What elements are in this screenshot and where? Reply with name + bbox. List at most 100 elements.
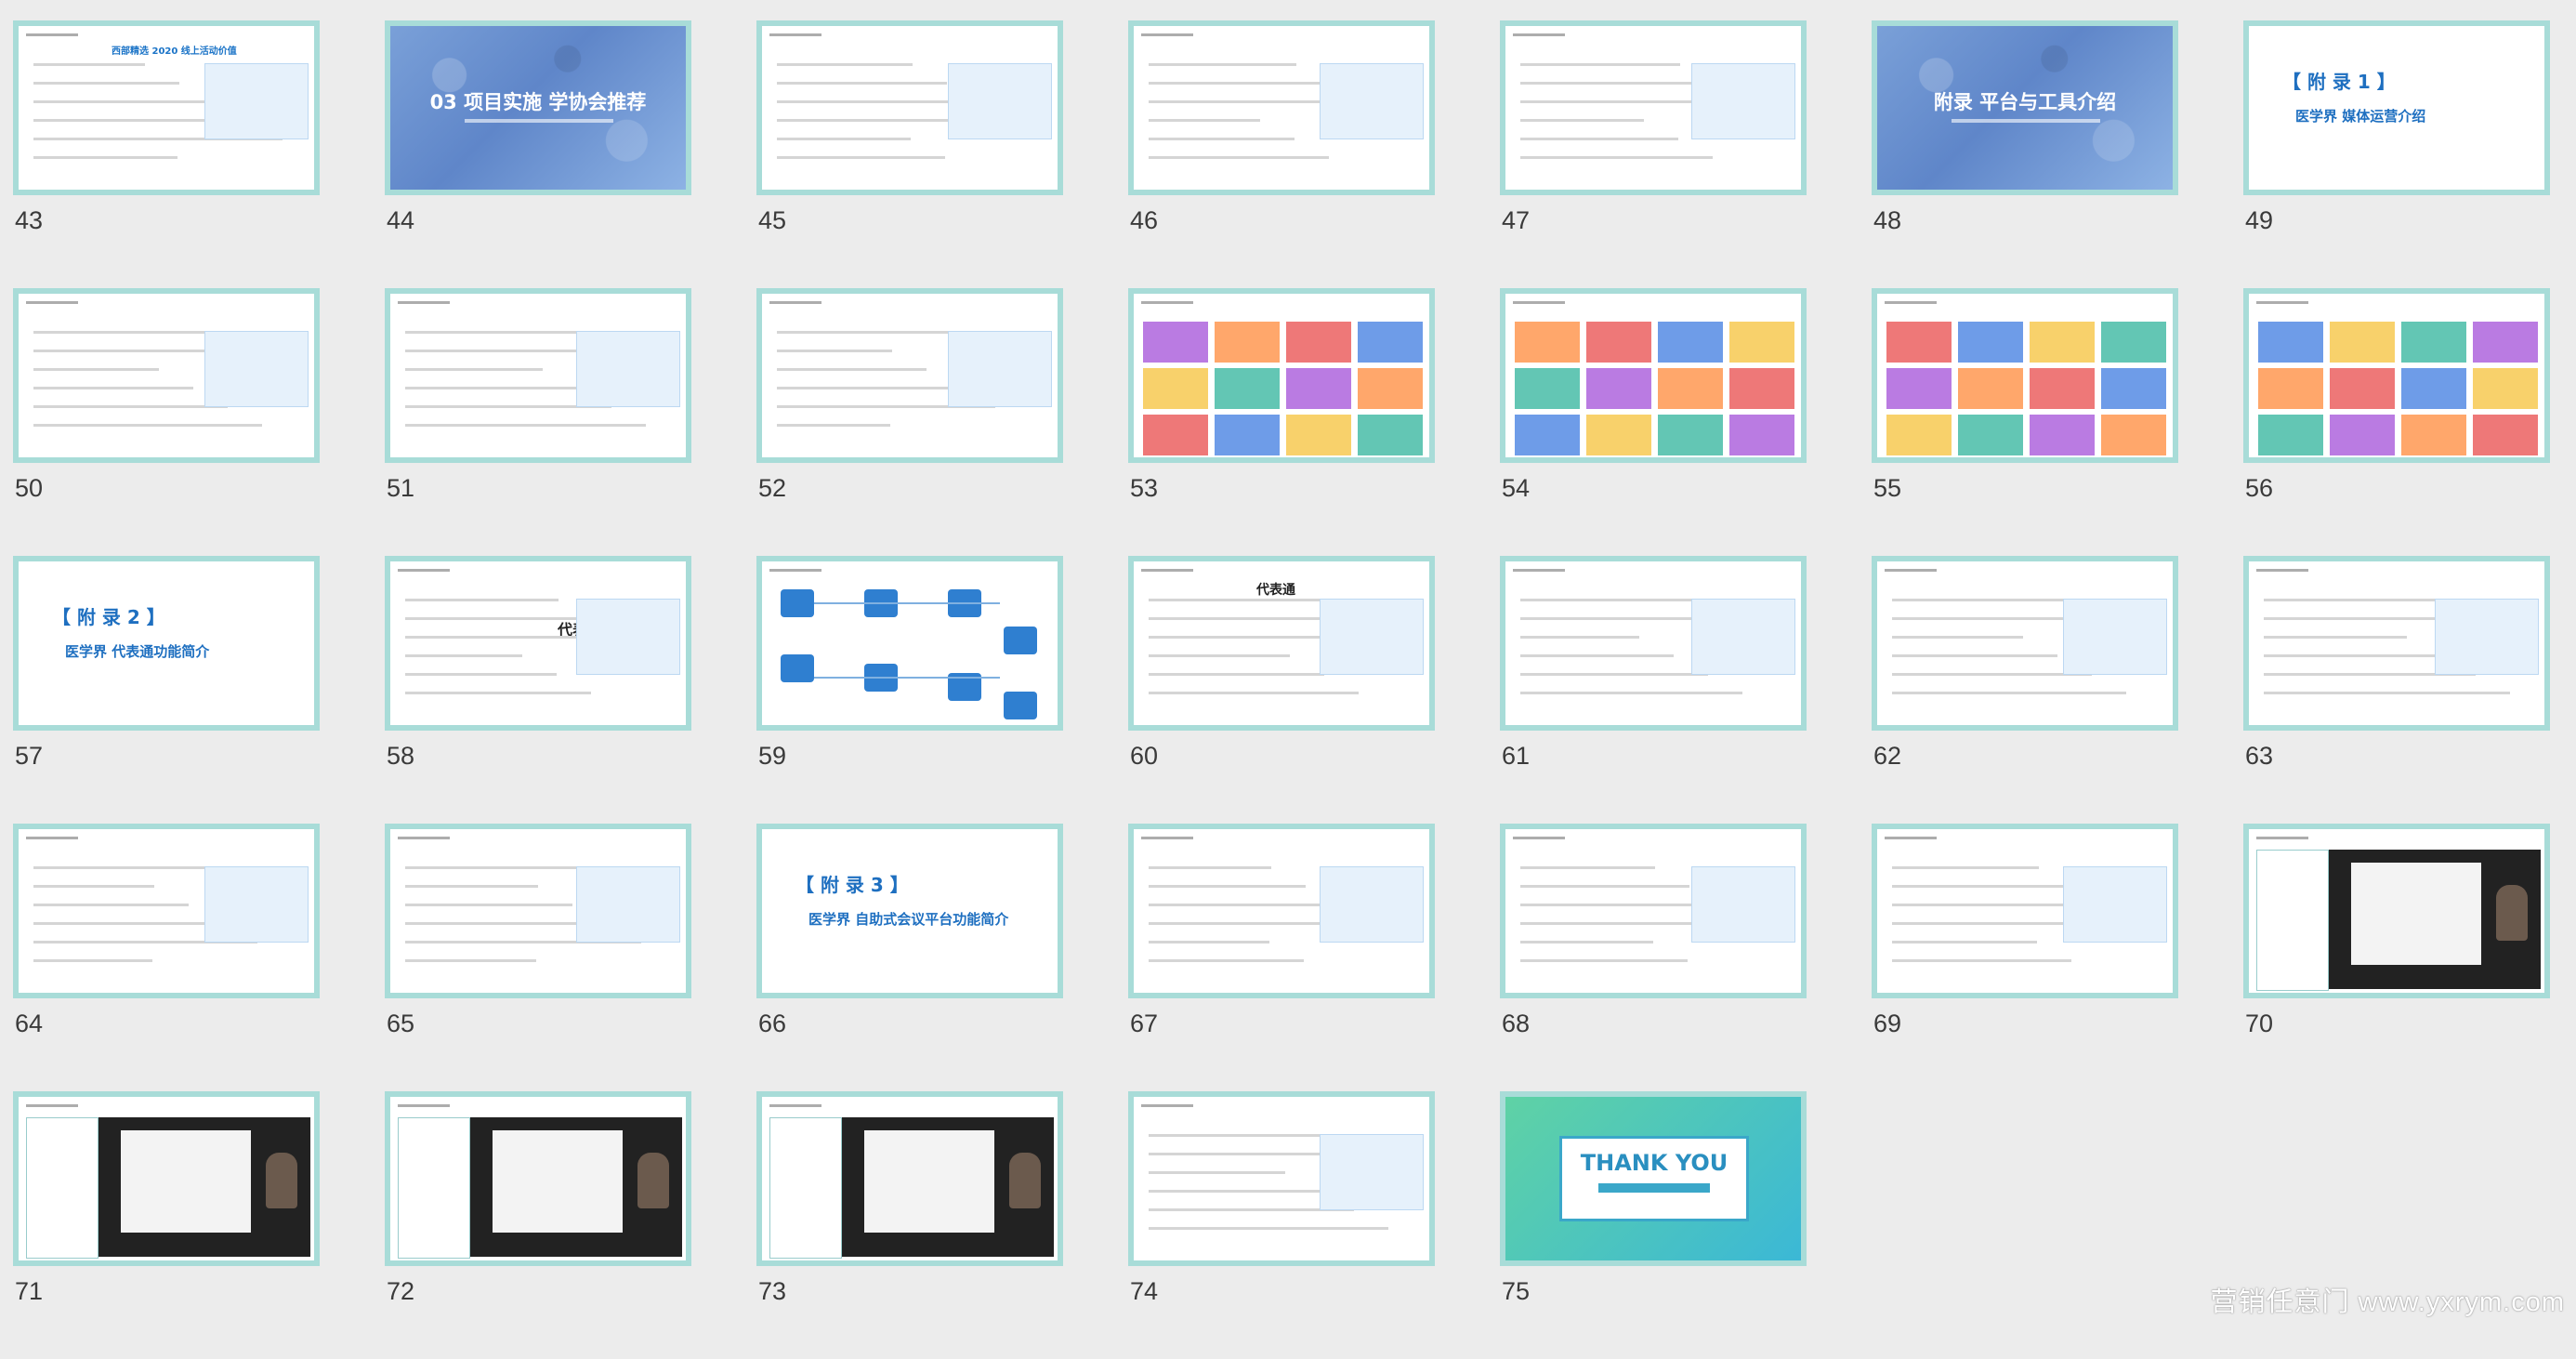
slide-thumbnail-54[interactable]: 54 [1500, 288, 1807, 556]
slide-title: 西部精选 2020 线上活动价值 [112, 46, 237, 57]
appendix-label: 【 附 录 2 】 [52, 606, 165, 628]
slide-thumbnail-47[interactable]: 47 [1500, 20, 1807, 288]
slide-preview[interactable] [1872, 824, 2178, 998]
slide-preview[interactable]: 西部精选 2020 线上活动价值 [13, 20, 320, 195]
slide-thumbnail-56[interactable]: 56 [2243, 288, 2550, 556]
slide-number: 56 [2245, 474, 2274, 502]
slide-thumbnail-53[interactable]: 53 [1128, 288, 1435, 556]
slide-number: 68 [1502, 1009, 1531, 1037]
slide-thumbnail-65[interactable]: 65 [385, 824, 691, 1091]
slide-preview[interactable]: 【 附 录 3 】医学界 自助式会议平台功能简介 [756, 824, 1063, 998]
slide-preview[interactable] [1128, 824, 1435, 998]
slide-thumbnail-64[interactable]: 64 [13, 824, 320, 1091]
slide-thumbnail-74[interactable]: 74 [1128, 1091, 1435, 1359]
slide-number: 55 [1873, 474, 1902, 502]
slide-thumbnail-50[interactable]: 50 [13, 288, 320, 556]
slide-thumbnail-70[interactable]: 70 [2243, 824, 2550, 1091]
slide-preview[interactable] [13, 824, 320, 998]
slide-thumbnail-52[interactable]: 52 [756, 288, 1063, 556]
slide-number: 61 [1502, 742, 1531, 770]
slide-thumbnail-59[interactable]: 59 [756, 556, 1063, 824]
slide-thumbnail-69[interactable]: 69 [1872, 824, 2178, 1091]
slide-preview[interactable]: 03 项目实施 学协会推荐 [385, 20, 691, 195]
slide-thumbnail-43[interactable]: 西部精选 2020 线上活动价值 43 [13, 20, 320, 288]
slide-number: 65 [387, 1009, 415, 1037]
slide-number: 60 [1130, 742, 1159, 770]
slide-number: 67 [1130, 1009, 1159, 1037]
slide-number: 51 [387, 474, 415, 502]
slide-number: 50 [15, 474, 44, 502]
slide-preview[interactable]: 代表通 [1128, 556, 1435, 731]
slide-number: 62 [1873, 742, 1902, 770]
slide-number: 73 [758, 1277, 787, 1305]
slide-title: 03 项目实施 学协会推荐 [429, 91, 647, 113]
slide-thumbnail-44[interactable]: 03 项目实施 学协会推荐 44 [385, 20, 691, 288]
slide-thumbnail-68[interactable]: 68 [1500, 824, 1807, 1091]
slide-number: 48 [1873, 206, 1902, 234]
slide-preview[interactable] [1872, 556, 2178, 731]
slide-thumbnail-49[interactable]: 【 附 录 1 】医学界 媒体运营介绍 49 [2243, 20, 2550, 288]
slide-thumbnail-67[interactable]: 67 [1128, 824, 1435, 1091]
slide-preview[interactable] [1500, 288, 1807, 463]
slide-preview[interactable] [1500, 556, 1807, 731]
slide-thumbnail-58[interactable]: 代表通 58 [385, 556, 691, 824]
slide-preview[interactable] [385, 824, 691, 998]
slide-thumbnail-72[interactable]: 72 [385, 1091, 691, 1359]
slide-preview[interactable]: THANK YOU [1500, 1091, 1807, 1266]
slide-number: 49 [2245, 206, 2274, 234]
slide-preview[interactable] [1872, 288, 2178, 463]
slide-preview[interactable] [756, 1091, 1063, 1266]
slide-thumbnail-62[interactable]: 62 [1872, 556, 2178, 824]
slide-preview[interactable] [1128, 1091, 1435, 1266]
slide-preview[interactable] [756, 20, 1063, 195]
slide-thumbnail-51[interactable]: 51 [385, 288, 691, 556]
slide-thumbnail-61[interactable]: 61 [1500, 556, 1807, 824]
slide-number: 64 [15, 1009, 44, 1037]
slide-preview[interactable]: 代表通 [385, 556, 691, 731]
slide-thumbnail-71[interactable]: 71 [13, 1091, 320, 1359]
slide-preview[interactable]: 【 附 录 2 】医学界 代表通功能简介 [13, 556, 320, 731]
slide-thumbnail-73[interactable]: 73 [756, 1091, 1063, 1359]
slide-thumbnail-55[interactable]: 55 [1872, 288, 2178, 556]
slide-thumbnail-60[interactable]: 代表通 60 [1128, 556, 1435, 824]
slide-preview[interactable]: 附录 平台与工具介绍 [1872, 20, 2178, 195]
slide-preview[interactable] [756, 556, 1063, 731]
appendix-subtitle: 医学界 代表通功能简介 [65, 643, 210, 660]
slide-thumbnail-75[interactable]: THANK YOU 75 [1500, 1091, 1807, 1359]
slide-thumbnail-63[interactable]: 63 [2243, 556, 2550, 824]
slide-number: 70 [2245, 1009, 2274, 1037]
slide-number: 59 [758, 742, 787, 770]
slide-preview[interactable] [1128, 288, 1435, 463]
appendix-subtitle: 医学界 自助式会议平台功能简介 [808, 911, 1009, 928]
slide-number: 47 [1502, 206, 1531, 234]
slide-number: 43 [15, 206, 44, 234]
slide-title: 附录 平台与工具介绍 [1933, 91, 2117, 113]
slide-number: 44 [387, 206, 415, 234]
watermark: 营销任意门 www.yxrym.com [2210, 1287, 2565, 1317]
thank-you-card: THANK YOU [1559, 1136, 1749, 1221]
slide-preview[interactable]: 【 附 录 1 】医学界 媒体运营介绍 [2243, 20, 2550, 195]
slide-thumbnail-48[interactable]: 附录 平台与工具介绍 48 [1872, 20, 2178, 288]
slide-preview[interactable] [1500, 824, 1807, 998]
slide-preview[interactable] [2243, 556, 2550, 731]
slide-preview[interactable] [13, 1091, 320, 1266]
slide-number: 46 [1130, 206, 1159, 234]
slide-number: 71 [15, 1277, 44, 1305]
slide-preview[interactable] [13, 288, 320, 463]
slide-preview[interactable] [756, 288, 1063, 463]
slide-number: 72 [387, 1277, 415, 1305]
slide-preview[interactable] [385, 288, 691, 463]
slide-preview[interactable] [1128, 20, 1435, 195]
slide-thumbnail-66[interactable]: 【 附 录 3 】医学界 自助式会议平台功能简介 66 [756, 824, 1063, 1091]
slide-number: 66 [758, 1009, 787, 1037]
slide-preview[interactable] [2243, 288, 2550, 463]
slide-sorter-grid: 西部精选 2020 线上活动价值 43 03 项目实施 学协会推荐 44 45 46 47 附… [13, 20, 2550, 1359]
slide-preview[interactable] [1500, 20, 1807, 195]
slide-number: 69 [1873, 1009, 1902, 1037]
slide-preview[interactable] [385, 1091, 691, 1266]
slide-thumbnail-46[interactable]: 46 [1128, 20, 1435, 288]
slide-preview[interactable] [2243, 824, 2550, 998]
slide-thumbnail-57[interactable]: 【 附 录 2 】医学界 代表通功能简介 57 [13, 556, 320, 824]
slide-title: 代表通 [1256, 583, 1295, 598]
slide-thumbnail-45[interactable]: 45 [756, 20, 1063, 288]
